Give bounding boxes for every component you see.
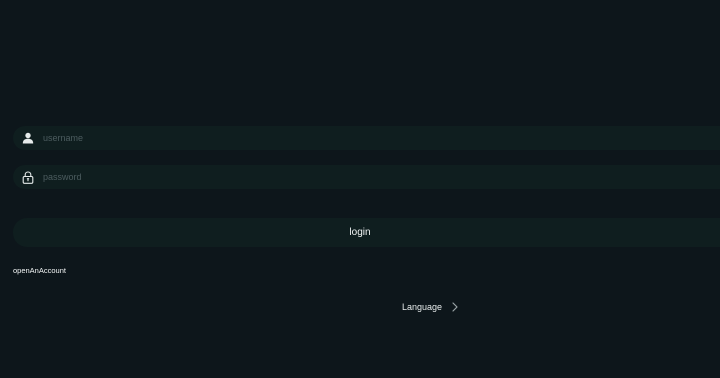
language-selector[interactable]: Language bbox=[402, 302, 458, 312]
chevron-right-icon bbox=[452, 302, 458, 312]
login-button[interactable]: login bbox=[13, 218, 720, 247]
open-account-link[interactable]: openAnAccount bbox=[13, 266, 66, 275]
username-input[interactable] bbox=[43, 128, 683, 148]
lock-icon bbox=[13, 165, 43, 189]
password-input[interactable] bbox=[43, 167, 683, 187]
language-label: Language bbox=[402, 302, 443, 312]
login-page: login openAnAccount Language bbox=[0, 0, 720, 378]
password-field[interactable] bbox=[13, 165, 720, 189]
username-field[interactable] bbox=[13, 126, 720, 150]
user-icon bbox=[13, 126, 43, 150]
login-button-label: login bbox=[349, 227, 371, 238]
